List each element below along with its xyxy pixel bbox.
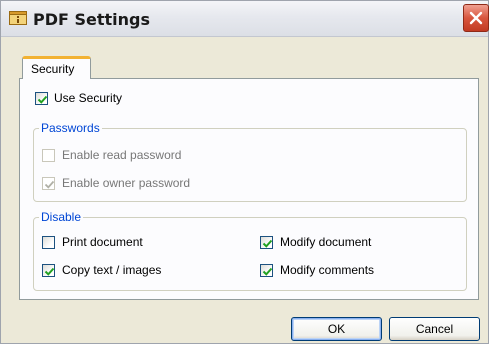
modify-comments-label: Modify comments [280,263,375,277]
use-security-checkbox[interactable] [35,92,48,105]
enable-read-password-checkbox[interactable] [42,149,55,162]
check-icon [44,180,55,189]
pdf-settings-dialog: PDF Settings Security Use Security Passw… [0,0,489,344]
check-icon [44,267,55,276]
check-icon [37,95,48,104]
print-document-label: Print document [62,235,143,249]
copy-text-images-checkbox[interactable] [42,264,55,277]
check-icon [262,267,273,276]
close-button[interactable] [463,4,489,32]
window-title: PDF Settings [33,10,151,29]
copy-text-images-label: Copy text / images [62,263,162,277]
print-document-checkbox[interactable] [42,236,55,249]
enable-owner-password-checkbox[interactable] [42,177,55,190]
tab-security-label: Security [31,62,75,76]
modify-comments-checkbox[interactable] [260,264,273,277]
tab-security[interactable]: Security [22,56,91,79]
enable-read-password-label: Enable read password [62,148,182,162]
close-icon [469,11,483,25]
passwords-legend: Passwords [39,121,102,135]
check-icon [262,239,273,248]
cancel-button[interactable]: Cancel [389,317,480,341]
title-bar[interactable]: PDF Settings [1,1,489,37]
disable-group [33,217,467,291]
disable-legend: Disable [39,210,84,224]
ok-button[interactable]: OK [291,317,382,341]
enable-owner-password-label: Enable owner password [62,176,191,190]
modify-document-label: Modify document [280,235,372,249]
use-security-label: Use Security [54,91,123,105]
passwords-group [33,128,467,202]
settings-icon [9,11,27,25]
modify-document-checkbox[interactable] [260,236,273,249]
